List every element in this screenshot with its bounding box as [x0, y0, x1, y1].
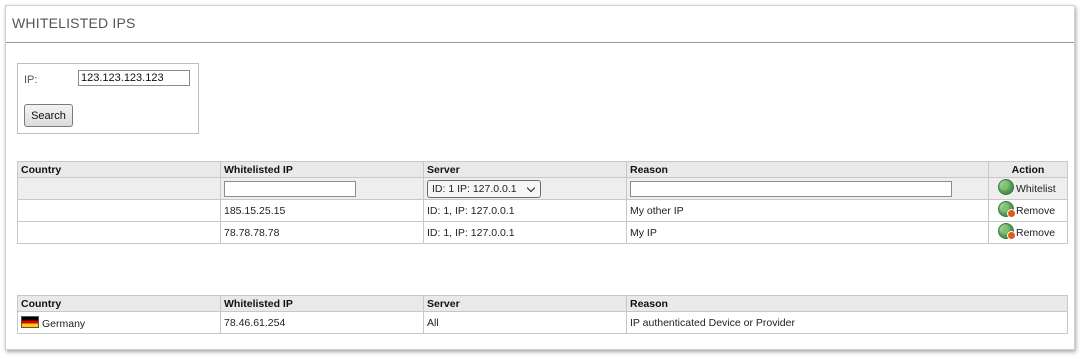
whitelisted-ips-panel: WHITELISTED IPS IP: Search Country White… [5, 5, 1075, 350]
header-whitelisted-ip: Whitelisted IP [220, 161, 424, 178]
row-reason: My other IP [626, 199, 989, 222]
header-server: Server [423, 295, 627, 312]
header-country: Country [17, 295, 221, 312]
ip-search-input[interactable] [78, 70, 190, 86]
header-whitelisted-ip: Whitelisted IP [220, 295, 424, 312]
row-server: All [423, 311, 627, 334]
row-action: Remove [988, 199, 1068, 222]
chevron-down-icon [526, 183, 536, 192]
panel-divider [6, 42, 1074, 43]
table-row: Germany 78.46.61.254 All IP authenticate… [17, 311, 1068, 334]
search-box: IP: Search [17, 63, 199, 134]
table-row: 78.78.78.78 ID: 1, IP: 127.0.0.1 My IP R… [17, 221, 1068, 244]
row-country-label: Germany [42, 317, 86, 330]
globe-remove-icon [998, 201, 1016, 218]
header-server: Server [423, 161, 627, 178]
table-row: 185.15.25.15 ID: 1, IP: 127.0.0.1 My oth… [17, 199, 1068, 222]
row-action: Remove [988, 221, 1068, 244]
remove-button-label: Remove [1016, 227, 1056, 239]
search-button[interactable]: Search [24, 104, 73, 127]
row-country [17, 221, 221, 244]
table-header-row: Country Whitelisted IP Server Reason Act… [17, 161, 1068, 178]
panel-title: WHITELISTED IPS [12, 15, 136, 31]
globe-icon [998, 179, 1014, 195]
header-action: Action [988, 161, 1068, 178]
add-entry-row: ID: 1 IP: 127.0.0.1 Whitelist [17, 177, 1068, 200]
germany-flag-icon [21, 315, 39, 328]
table-header-row: Country Whitelisted IP Server Reason [17, 295, 1068, 312]
row-country [17, 199, 221, 222]
header-reason: Reason [626, 295, 1068, 312]
row-ip: 78.46.61.254 [220, 311, 424, 334]
row-ip: 78.78.78.78 [220, 221, 424, 244]
add-country-cell [17, 177, 221, 200]
reason-input[interactable] [630, 180, 952, 197]
add-action-cell: Whitelist [988, 177, 1068, 200]
header-reason: Reason [626, 161, 989, 178]
add-reason-cell [626, 177, 989, 200]
global-whitelist-table: Country Whitelisted IP Server Reason Ger… [17, 295, 1068, 334]
add-server-cell: ID: 1 IP: 127.0.0.1 [423, 177, 627, 200]
remove-button-label: Remove [1016, 205, 1056, 217]
row-reason: IP authenticated Device or Provider [626, 311, 1068, 334]
new-ip-input[interactable] [224, 180, 356, 197]
row-server: ID: 1, IP: 127.0.0.1 [423, 199, 627, 222]
row-server: ID: 1, IP: 127.0.0.1 [423, 221, 627, 244]
row-country: Germany [17, 311, 221, 334]
remove-button[interactable]: Remove [992, 223, 1056, 240]
ip-label: IP: [24, 74, 38, 86]
whitelist-button[interactable]: Whitelist [992, 179, 1056, 195]
add-ip-cell [220, 177, 424, 200]
remove-button[interactable]: Remove [992, 201, 1056, 218]
globe-remove-icon [998, 223, 1016, 240]
server-select-value: ID: 1 IP: 127.0.0.1 [432, 182, 517, 195]
row-reason: My IP [626, 221, 989, 244]
row-ip: 185.15.25.15 [220, 199, 424, 222]
whitelist-button-label: Whitelist [1016, 183, 1056, 195]
server-select[interactable]: ID: 1 IP: 127.0.0.1 [427, 179, 541, 198]
whitelist-table: Country Whitelisted IP Server Reason Act… [17, 161, 1068, 244]
header-country: Country [17, 161, 221, 178]
